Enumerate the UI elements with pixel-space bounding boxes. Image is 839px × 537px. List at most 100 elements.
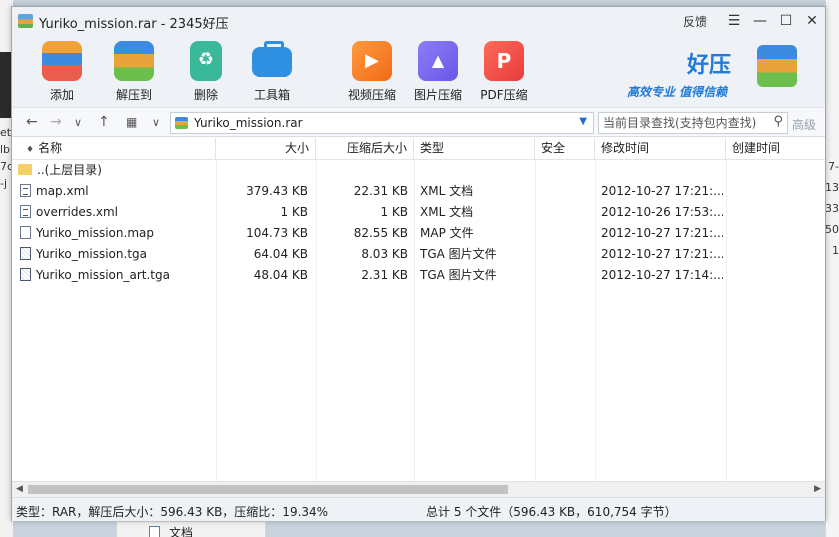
view-dropdown-icon[interactable]: ∨: [152, 116, 160, 129]
add-button[interactable]: 添加: [30, 39, 94, 107]
minimize-button[interactable]: —: [747, 7, 773, 35]
extract-label: 解压到: [115, 88, 152, 102]
table-row[interactable]: Yuriko_mission.tga 64.04 KB 8.03 KB TGA …: [12, 244, 825, 265]
forward-icon[interactable]: →: [50, 114, 62, 130]
path-dropdown-icon[interactable]: ▼: [579, 116, 587, 127]
extract-to-button[interactable]: 解压到: [102, 39, 166, 107]
archive-total: 总计 5 个文件（596.43 KB，610,754 字节）: [426, 505, 677, 519]
desktop-text-fragment: et: [0, 126, 12, 139]
desktop-text-fragment: -j: [0, 177, 8, 190]
xml-file-icon: [20, 205, 31, 218]
feedback-link[interactable]: 反馈: [683, 13, 707, 30]
file-name-cell: overrides.xml: [20, 202, 214, 223]
file-name-cell: ..(上层目录): [18, 160, 214, 181]
file-name-cell: Yuriko_mission.map: [20, 223, 214, 244]
background-item-label: 文档: [169, 526, 194, 537]
haozip-app-icon: [18, 14, 33, 28]
file-type: XML 文档: [420, 205, 474, 219]
desktop-right-strip: 7- 13 33 50 1: [825, 0, 839, 537]
folder-icon: [18, 164, 32, 175]
file-modified: 2012-10-27 17:14:...: [601, 268, 723, 282]
video-icon: [352, 41, 392, 81]
up-icon[interactable]: ↑: [98, 114, 110, 130]
path-text: Yuriko_mission.rar: [194, 116, 303, 130]
brand-logo: 好压 高效专业 值得信赖: [627, 43, 797, 103]
back-icon[interactable]: ←: [26, 114, 38, 130]
search-input[interactable]: [599, 113, 761, 133]
file-packed-size: 22.31 KB: [353, 184, 408, 198]
column-header-packed-size[interactable]: 压缩后大小: [316, 138, 414, 160]
image-file-icon: [20, 247, 31, 260]
file-size: 379.43 KB: [246, 184, 308, 198]
toolbox-label: 工具箱: [253, 88, 290, 102]
table-row[interactable]: Yuriko_mission.map 104.73 KB 82.55 KB MA…: [12, 223, 825, 244]
file-type: MAP 文件: [420, 226, 474, 240]
archive-box-icon: [757, 45, 797, 87]
file-modified: 2012-10-27 17:21:...: [601, 226, 723, 240]
column-header-name[interactable]: ♦ 名称: [12, 138, 216, 160]
column-header: ♦ 名称 大小 压缩后大小 类型 安全 修改时间 创建时间: [12, 138, 825, 160]
column-header-size[interactable]: 大小: [216, 138, 316, 160]
table-row[interactable]: overrides.xml 1 KB 1 KB XML 文档 2012-10-2…: [12, 202, 825, 223]
pdf-compress-button[interactable]: PDF压缩: [472, 39, 536, 107]
table-row[interactable]: Yuriko_mission_art.tga 48.04 KB 2.31 KB …: [12, 265, 825, 286]
scroll-left-icon[interactable]: ◀: [16, 484, 23, 494]
search-icon[interactable]: ⚲: [773, 114, 783, 129]
history-dropdown-icon[interactable]: ∨: [74, 116, 82, 129]
file-name: ..(上层目录): [37, 163, 102, 177]
add-archive-icon: [42, 41, 82, 81]
video-compress-button[interactable]: 视频压缩: [340, 39, 404, 107]
file-packed-size: 1 KB: [380, 205, 408, 219]
menu-icon[interactable]: ☰: [721, 7, 747, 35]
title-bar[interactable]: Yuriko_mission.rar - 2345好压 反馈 ☰ — ☐ ✕: [12, 7, 825, 35]
file-type: TGA 图片文件: [420, 247, 497, 261]
maximize-button[interactable]: ☐: [773, 7, 799, 35]
xml-file-icon: [20, 184, 31, 197]
search-box: ⚲: [598, 112, 788, 134]
column-header-security[interactable]: 安全: [535, 138, 595, 160]
image-compress-button[interactable]: 图片压缩: [406, 39, 470, 107]
view-mode-icon[interactable]: ▦: [126, 115, 137, 129]
recycle-icon: [190, 41, 222, 81]
window-controls: 反馈 ☰ — ☐ ✕: [683, 7, 825, 35]
table-row[interactable]: map.xml 379.43 KB 22.31 KB XML 文档 2012-1…: [12, 181, 825, 202]
column-header-type[interactable]: 类型: [414, 138, 535, 160]
delete-button[interactable]: 删除: [174, 39, 238, 107]
image-file-icon: [20, 268, 31, 281]
close-button[interactable]: ✕: [799, 7, 825, 35]
advanced-search-link[interactable]: 高级: [792, 116, 816, 133]
file-packed-size: 82.55 KB: [353, 226, 408, 240]
file-modified: 2012-10-27 17:21:...: [601, 184, 723, 198]
file-packed-size: 8.03 KB: [361, 247, 408, 261]
table-row-parent-dir[interactable]: ..(上层目录): [12, 160, 825, 181]
horizontal-scrollbar[interactable]: ◀ ▶: [12, 481, 825, 497]
file-name: Yuriko_mission.map: [36, 226, 154, 240]
file-size: 64.04 KB: [253, 247, 308, 261]
toolbox-button[interactable]: 工具箱: [240, 39, 304, 107]
desktop-text-fragment: 13: [825, 181, 839, 194]
haozip-window: Yuriko_mission.rar - 2345好压 反馈 ☰ — ☐ ✕ 添…: [11, 6, 826, 521]
pdf-compress-label: PDF压缩: [480, 88, 528, 102]
add-label: 添加: [49, 88, 74, 102]
path-field[interactable]: Yuriko_mission.rar ▼: [170, 112, 594, 134]
delete-label: 删除: [193, 88, 218, 102]
file-name-cell: Yuriko_mission.tga: [20, 244, 214, 265]
file-packed-size: 2.31 KB: [361, 268, 408, 282]
file-type: XML 文档: [420, 184, 474, 198]
file-size: 1 KB: [280, 205, 308, 219]
sort-arrow-icon: ♦: [26, 145, 35, 155]
blank-file-icon: [20, 226, 31, 239]
status-bar: 类型：RAR，解压后大小：596.43 KB，压缩比：19.34% 总计 5 个…: [12, 497, 825, 521]
column-header-modified[interactable]: 修改时间: [595, 138, 726, 160]
file-size: 48.04 KB: [253, 268, 308, 282]
desktop-text-fragment: 33: [825, 202, 839, 215]
scrollbar-thumb[interactable]: [28, 485, 508, 494]
file-name: Yuriko_mission.tga: [36, 247, 147, 261]
background-explorer-item[interactable]: 文档: [116, 521, 266, 537]
file-name-cell: Yuriko_mission_art.tga: [20, 265, 214, 286]
toolbar: 添加 解压到 删除 工具箱 视频压缩 图片压缩 PDF压缩 好压 高效专业 值: [12, 35, 825, 107]
column-name-label: 名称: [38, 141, 63, 155]
video-compress-label: 视频压缩: [347, 88, 396, 102]
column-header-created[interactable]: 创建时间: [726, 138, 825, 160]
scroll-right-icon[interactable]: ▶: [814, 484, 821, 494]
